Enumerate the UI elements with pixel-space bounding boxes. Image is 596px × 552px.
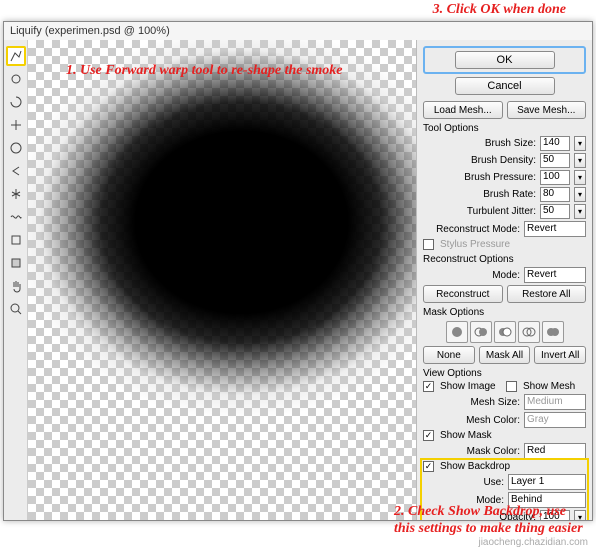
brush-density-dropdown[interactable]: ▾ [574, 153, 586, 168]
annotation-step2: 2. Check Show Backdrop, use this setting… [394, 504, 584, 538]
recon-mode-label: Reconstruct Mode: [423, 224, 520, 235]
backdrop-use-select[interactable]: Layer 1 [508, 474, 586, 490]
liquify-dialog: Liquify (experimen.psd @ 100%) 1. Use Fo… [3, 21, 593, 521]
smoke-image [28, 40, 416, 520]
mask-color-label: Mask Color: [423, 446, 520, 457]
thaw-mask-tool[interactable] [6, 253, 26, 273]
push-left-tool[interactable] [6, 161, 26, 181]
brush-density-label: Brush Density: [423, 155, 536, 166]
show-backdrop-label: Show Backdrop [440, 461, 510, 472]
turbulence-tool[interactable] [6, 207, 26, 227]
turb-jitter-field[interactable]: 50 [540, 204, 570, 219]
view-heading: View Options [423, 368, 586, 379]
preview-canvas[interactable]: 1. Use Forward warp tool to re-shape the… [28, 40, 416, 520]
options-panel: OK Cancel Load Mesh... Save Mesh... Tool… [416, 40, 592, 520]
show-mesh-label: Show Mesh [523, 381, 575, 392]
mirror-tool[interactable] [6, 184, 26, 204]
brush-rate-label: Brush Rate: [423, 189, 536, 200]
brush-pressure-label: Brush Pressure: [423, 172, 536, 183]
invert-all-button[interactable]: Invert All [534, 346, 586, 364]
mask-replace-icon[interactable] [446, 321, 468, 343]
reconstruct-tool[interactable] [6, 69, 26, 89]
mask-all-button[interactable]: Mask All [479, 346, 531, 364]
load-mesh-button[interactable]: Load Mesh... [423, 101, 503, 119]
brush-density-field[interactable]: 50 [540, 153, 570, 168]
reconstruct-button[interactable]: Reconstruct [423, 285, 503, 303]
bloat-tool[interactable] [6, 138, 26, 158]
mesh-size-label: Mesh Size: [423, 397, 520, 408]
twirl-tool[interactable] [6, 92, 26, 112]
watermark: jiaocheng.chazidian.com [478, 537, 588, 548]
save-mesh-button[interactable]: Save Mesh... [507, 101, 587, 119]
show-image-label: Show Image [440, 381, 502, 392]
recon-heading: Reconstruct Options [423, 254, 586, 265]
brush-size-label: Brush Size: [423, 138, 536, 149]
mask-none-button[interactable]: None [423, 346, 475, 364]
brush-size-field[interactable]: 140 [540, 136, 570, 151]
pucker-tool[interactable] [6, 115, 26, 135]
mask-heading: Mask Options [423, 307, 586, 318]
mesh-size-select: Medium [524, 394, 586, 410]
restore-all-button[interactable]: Restore All [507, 285, 587, 303]
window-title: Liquify (experimen.psd @ 100%) [4, 22, 592, 40]
brush-size-dropdown[interactable]: ▾ [574, 136, 586, 151]
brush-rate-field[interactable]: 80 [540, 187, 570, 202]
recon-mode2-label: Mode: [423, 270, 520, 281]
mask-subtract-icon[interactable] [494, 321, 516, 343]
brush-pressure-field[interactable]: 100 [540, 170, 570, 185]
mesh-color-select: Gray [524, 412, 586, 428]
show-backdrop-checkbox[interactable]: ✓ [423, 461, 434, 472]
mask-intersect-icon[interactable] [518, 321, 540, 343]
turb-jitter-dropdown[interactable]: ▾ [574, 204, 586, 219]
stylus-checkbox [423, 239, 434, 250]
recon-mode2-select[interactable]: Revert [524, 267, 586, 283]
forward-warp-tool[interactable] [6, 46, 26, 66]
mask-invert-icon[interactable] [542, 321, 564, 343]
hand-tool[interactable] [6, 276, 26, 296]
annotation-step1: 1. Use Forward warp tool to re-shape the… [66, 62, 343, 80]
tool-palette [4, 40, 28, 520]
ok-button[interactable]: OK [455, 51, 555, 69]
cancel-button[interactable]: Cancel [455, 77, 555, 95]
show-image-checkbox[interactable]: ✓ [423, 381, 434, 392]
show-mask-label: Show Mask [440, 430, 492, 441]
turb-jitter-label: Turbulent Jitter: [423, 206, 536, 217]
backdrop-use-label: Use: [423, 477, 504, 488]
zoom-tool[interactable] [6, 299, 26, 319]
stylus-label: Stylus Pressure [440, 239, 510, 250]
recon-mode-select[interactable]: Revert [524, 221, 586, 237]
brush-rate-dropdown[interactable]: ▾ [574, 187, 586, 202]
brush-pressure-dropdown[interactable]: ▾ [574, 170, 586, 185]
freeze-mask-tool[interactable] [6, 230, 26, 250]
tool-options-heading: Tool Options [423, 123, 586, 134]
show-mask-checkbox[interactable]: ✓ [423, 430, 434, 441]
annotation-step3: 3. Click OK when done [433, 2, 566, 18]
show-mesh-checkbox[interactable] [506, 381, 517, 392]
mask-add-icon[interactable] [470, 321, 492, 343]
mesh-color-label: Mesh Color: [423, 415, 520, 426]
mask-color-select[interactable]: Red [524, 443, 586, 459]
